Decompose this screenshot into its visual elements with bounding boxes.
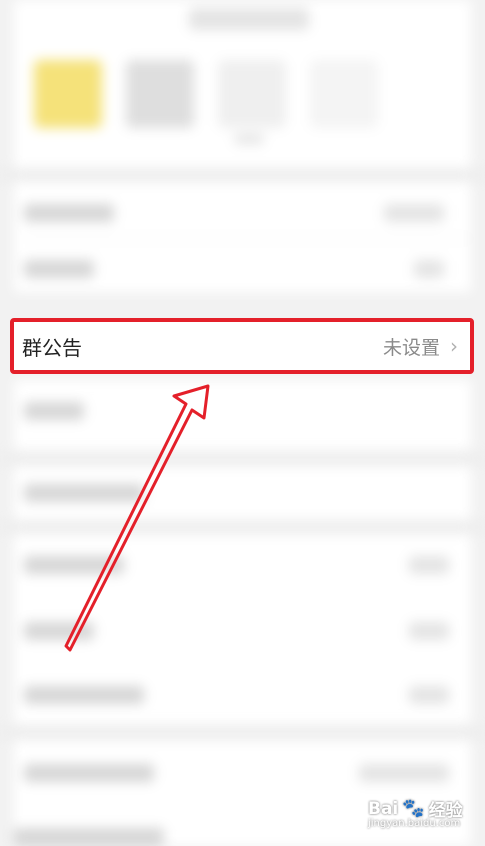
- paw-icon: 🐾: [402, 798, 425, 819]
- blurred-row-value: [384, 204, 444, 222]
- blurred-label: [234, 134, 264, 144]
- blurred-row-label: [24, 204, 114, 222]
- blurred-row-label: [24, 686, 144, 704]
- blurred-toggle: [409, 556, 449, 574]
- add-member-tile: [218, 60, 286, 128]
- watermark-brand: Bai: [368, 798, 399, 819]
- section-gap: [0, 168, 485, 182]
- section-gap: [0, 726, 485, 740]
- group-notice-value-area: 未设置 ›: [383, 333, 458, 360]
- member-avatar: [126, 60, 194, 128]
- nickname-panel: [14, 740, 471, 846]
- blurred-row-label: [24, 764, 154, 782]
- blurred-row-label: [24, 402, 84, 420]
- remove-member-tile: [310, 60, 378, 128]
- blurred-toggle: [409, 622, 449, 640]
- group-notice-value: 未设置: [382, 336, 440, 359]
- group-notice-row[interactable]: 群公告 未设置 ›: [10, 318, 474, 374]
- blurred-row-label: [24, 260, 94, 278]
- blurred-row-label: [24, 556, 124, 574]
- blurred-title: [189, 8, 309, 30]
- group-info-panel: [14, 182, 471, 292]
- watermark-url: jingyan.baidu.com: [368, 818, 461, 829]
- member-avatar: [34, 60, 102, 128]
- chat-history-panel: [14, 466, 471, 520]
- blurred-toggle: [409, 686, 449, 704]
- blurred-row-label: [14, 828, 164, 846]
- baidu-jingyan-watermark: Bai 🐾 经验 jingyan.baidu.com: [368, 796, 463, 829]
- toggles-panel: [14, 534, 471, 724]
- blurred-row-value: [414, 260, 444, 278]
- row-divider: [24, 238, 471, 239]
- section-gap: [0, 452, 485, 466]
- blurred-row-label: [24, 484, 144, 502]
- blurred-row-label: [24, 622, 94, 640]
- group-remark-panel: [14, 380, 471, 450]
- blurred-row-value: [359, 764, 449, 782]
- chevron-right-icon: ›: [450, 334, 458, 358]
- section-gap: [0, 520, 485, 534]
- member-header-panel: [14, 0, 471, 168]
- group-notice-label: 群公告: [22, 335, 82, 360]
